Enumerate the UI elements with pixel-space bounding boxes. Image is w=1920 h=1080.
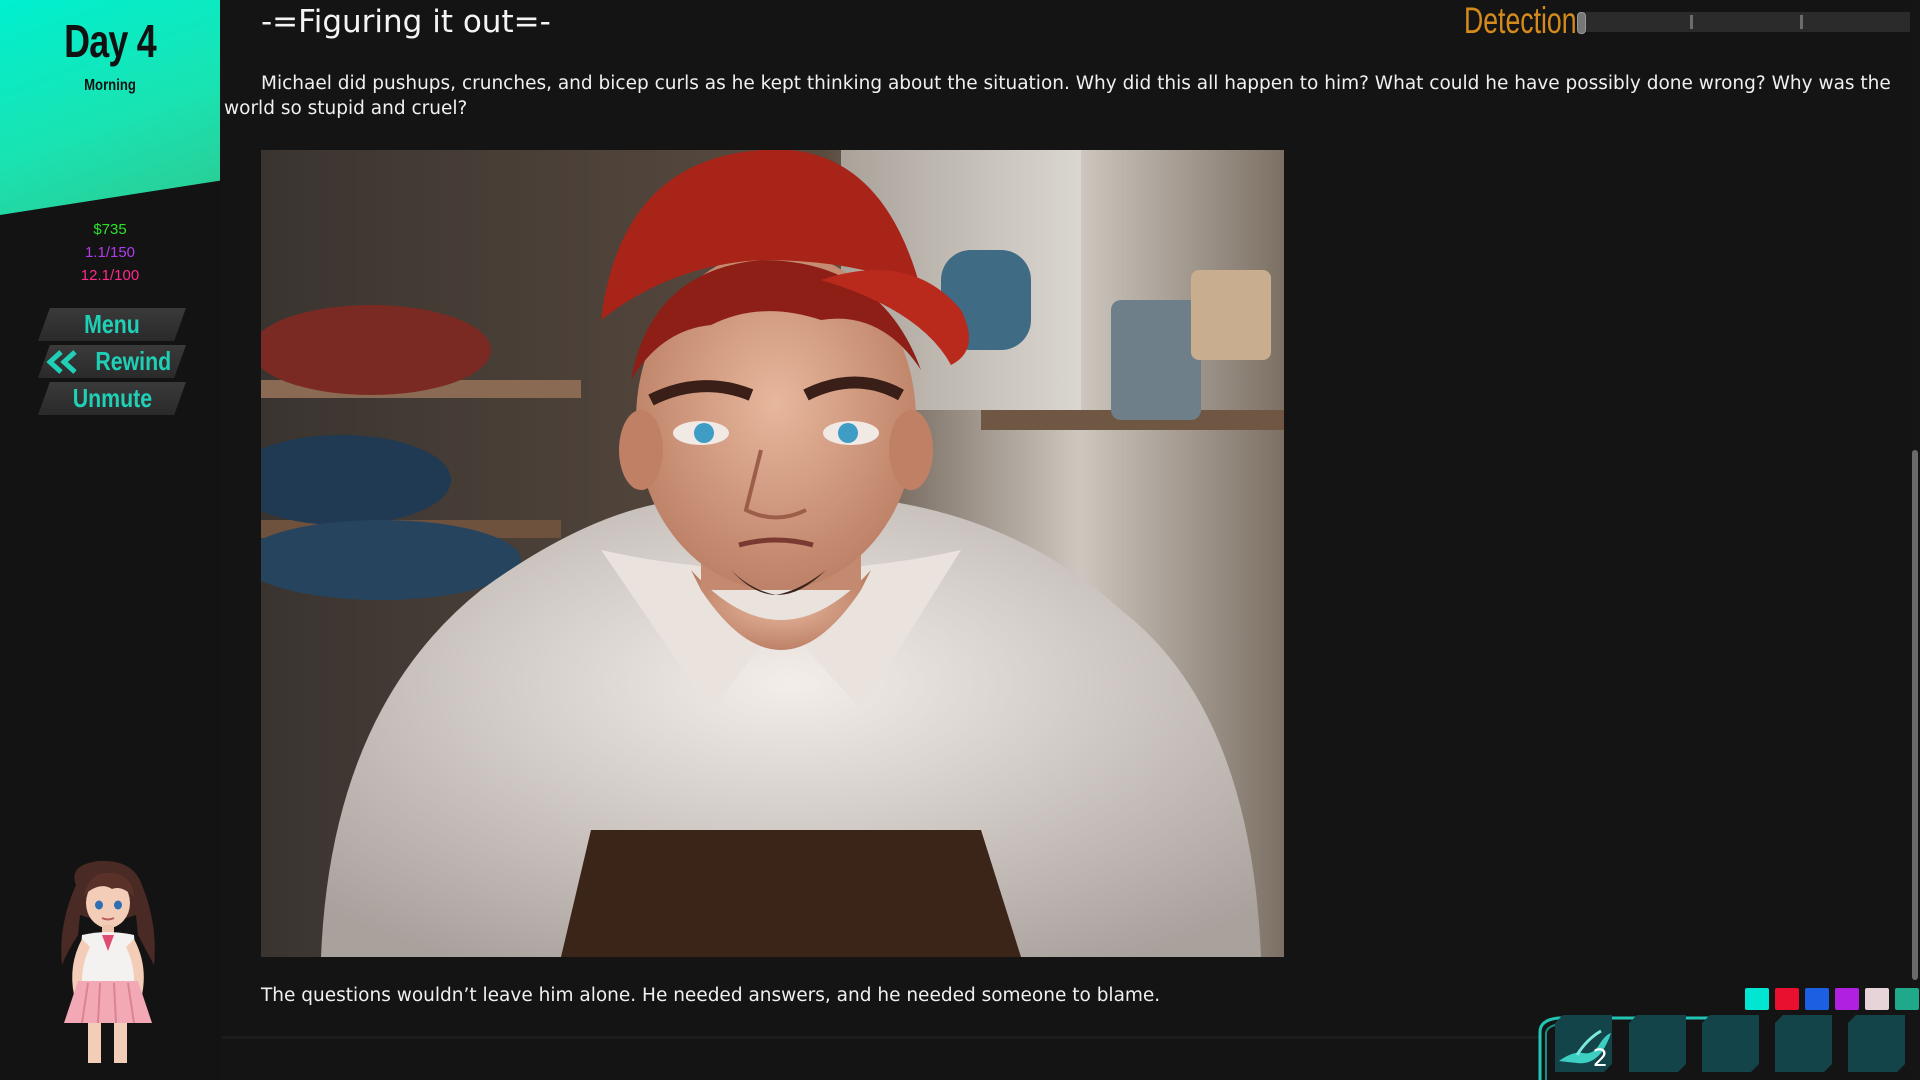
unmute-button-label: Unmute [72,383,152,413]
detection-meter [1577,12,1913,34]
money-stat: $735 [93,221,127,238]
time-of-day: Morning [84,77,136,94]
chapter-title: -=Figuring it out=- [261,4,551,40]
story-paragraph: Michael did pushups, crunches, and bicep… [224,73,1891,119]
sidebar: Day 4 Morning $735 1.1/150 12.1/100 Menu… [0,0,220,1080]
inventory-slot[interactable] [1775,1015,1832,1072]
unmute-button[interactable]: Unmute [38,382,186,415]
story-paragraph: The questions wouldn’t leave him alone. … [261,985,1161,1006]
scrollbar-thumb[interactable] [1912,450,1918,980]
detection-tick [1800,15,1803,29]
divider [222,1036,1542,1039]
day-panel: Day 4 Morning [0,0,220,215]
scrollbar[interactable] [1910,0,1920,1080]
detection-label: Detection [1464,0,1577,41]
rewind-button-label: Rewind [95,346,171,376]
inventory-slot[interactable] [1629,1015,1686,1072]
inventory-slot[interactable]: 2 [1555,1015,1612,1072]
inventory-count: 2 [1592,1044,1608,1072]
rewind-button[interactable]: Rewind [38,345,186,378]
stat-pink: 12.1/100 [80,267,140,284]
rewind-icon [46,349,77,374]
story-panel: -=Figuring it out=- Michael did pushups,… [222,0,1910,1080]
detection-tick [1690,15,1693,29]
inventory-slot[interactable] [1702,1015,1759,1072]
menu-button-label: Menu [84,309,140,339]
day-title: Day 4 [64,15,157,67]
character-portrait[interactable] [38,855,178,1065]
menu-button[interactable]: Menu [38,308,186,341]
stat-purple: 1.1/150 [84,244,136,261]
detection-knob [1577,12,1586,34]
inventory-slot[interactable] [1848,1015,1905,1072]
scene-image [261,150,1284,957]
